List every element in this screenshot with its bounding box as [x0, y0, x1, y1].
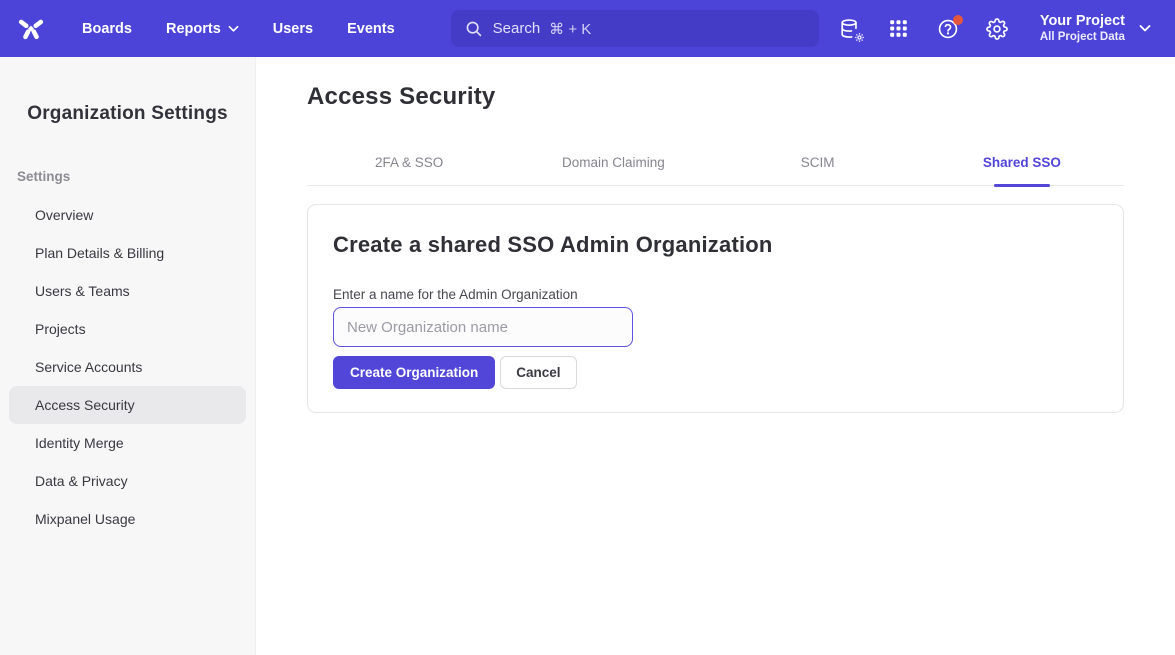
nav-item-boards[interactable]: Boards	[82, 21, 132, 37]
nav-item-users-label: Users	[273, 21, 313, 37]
chevron-down-icon	[228, 25, 239, 33]
project-switcher[interactable]: Your Project All Project Data	[1040, 12, 1151, 45]
search-icon	[465, 20, 483, 38]
mixpanel-logo[interactable]	[16, 14, 46, 44]
main-content: Access Security 2FA & SSO Domain Claimin…	[256, 57, 1175, 655]
project-scope: All Project Data	[1040, 30, 1125, 44]
shared-sso-card: Create a shared SSO Admin Organization E…	[307, 204, 1124, 413]
card-actions: Create Organization Cancel	[333, 356, 1098, 389]
sidebar-item-access-security[interactable]: Access Security	[9, 386, 246, 424]
tab-bar: 2FA & SSO Domain Claiming SCIM Shared SS…	[307, 149, 1124, 186]
project-name: Your Project	[1040, 12, 1125, 30]
top-navbar: Boards Reports Users Events Search	[0, 0, 1175, 57]
organization-name-input[interactable]	[333, 307, 633, 347]
settings-sidebar: Organization Settings Settings Overview …	[0, 57, 256, 655]
sidebar-item-users-teams[interactable]: Users & Teams	[9, 272, 246, 310]
card-title: Create a shared SSO Admin Organization	[333, 232, 1098, 258]
search-placeholder: Search	[493, 20, 541, 37]
create-organization-button[interactable]: Create Organization	[333, 356, 495, 389]
settings-gear-icon	[986, 18, 1008, 40]
chevron-down-icon	[1139, 24, 1151, 33]
app-window: Boards Reports Users Events Search	[0, 0, 1175, 655]
sidebar-item-service-accounts[interactable]: Service Accounts	[9, 348, 246, 386]
sidebar-item-identity-merge[interactable]: Identity Merge	[9, 424, 246, 462]
settings-button[interactable]	[985, 17, 1009, 41]
nav-item-events-label: Events	[347, 21, 395, 37]
data-management-button[interactable]	[838, 17, 862, 41]
mixpanel-logo-icon	[16, 14, 46, 44]
apps-grid-icon	[888, 18, 909, 39]
sidebar-item-plan-details-billing[interactable]: Plan Details & Billing	[9, 234, 246, 272]
nav-item-events[interactable]: Events	[347, 21, 395, 37]
help-button[interactable]	[936, 17, 960, 41]
notification-badge	[953, 15, 963, 25]
mini-gear-overlay	[853, 31, 866, 44]
nav-item-reports[interactable]: Reports	[166, 21, 239, 37]
sidebar-section-label: Settings	[0, 169, 255, 184]
tab-shared-sso[interactable]: Shared SSO	[920, 149, 1124, 185]
sidebar-nav: Overview Plan Details & Billing Users & …	[9, 196, 246, 538]
nav-item-boards-label: Boards	[82, 21, 132, 37]
tab-scim[interactable]: SCIM	[716, 149, 920, 185]
sidebar-item-projects[interactable]: Projects	[9, 310, 246, 348]
navbar-actions: Your Project All Project Data	[838, 12, 1151, 45]
cancel-button[interactable]: Cancel	[500, 356, 576, 389]
search-input[interactable]: Search ⌘ + K	[451, 10, 819, 47]
search-shortcut: ⌘ + K	[549, 20, 591, 38]
sidebar-title: Organization Settings	[0, 103, 255, 125]
mini-gear-icon	[854, 32, 865, 43]
primary-nav: Boards Reports Users Events	[82, 21, 395, 37]
page-title: Access Security	[307, 83, 1124, 111]
nav-item-users[interactable]: Users	[273, 21, 313, 37]
sidebar-item-data-privacy[interactable]: Data & Privacy	[9, 462, 246, 500]
nav-item-reports-label: Reports	[166, 21, 221, 37]
tab-domain-claiming[interactable]: Domain Claiming	[511, 149, 715, 185]
tab-2fa-sso[interactable]: 2FA & SSO	[307, 149, 511, 185]
sidebar-item-overview[interactable]: Overview	[9, 196, 246, 234]
sidebar-item-mixpanel-usage[interactable]: Mixpanel Usage	[9, 500, 246, 538]
apps-grid-button[interactable]	[887, 17, 911, 41]
org-name-field-label: Enter a name for the Admin Organization	[333, 287, 1098, 302]
